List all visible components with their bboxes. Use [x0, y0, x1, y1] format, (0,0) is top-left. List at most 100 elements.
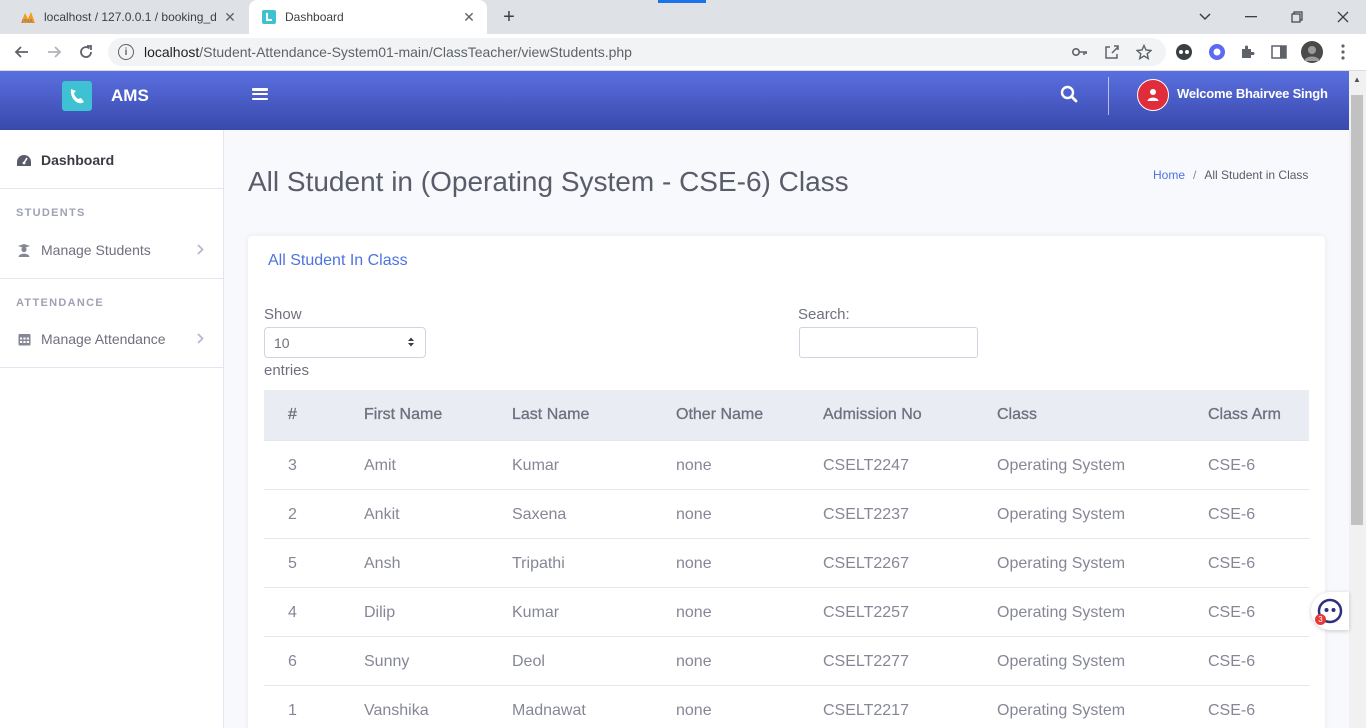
tab-title: localhost / 127.0.0.1 / booking_d: [44, 10, 217, 24]
browser-tab-dashboard[interactable]: Dashboard ✕: [249, 0, 487, 34]
browser-menu-icon[interactable]: [1333, 42, 1353, 62]
cell-admission-no: CSELT2237: [823, 506, 909, 523]
app-topbar: AMS Welcome Bhairvee Singh: [0, 71, 1349, 130]
search-icon[interactable]: [1060, 85, 1080, 105]
entries-length-select[interactable]: 10: [264, 327, 426, 358]
column-header-number[interactable]: #: [288, 406, 297, 424]
scroll-up-icon[interactable]: ▲: [1353, 75, 1361, 84]
bookmark-star-icon[interactable]: [1134, 42, 1154, 62]
cell-first-name: Sunny: [364, 653, 410, 670]
page-title: All Student in (Operating System - CSE-6…: [248, 166, 849, 197]
scrollbar-thumb[interactable]: [1351, 95, 1363, 525]
cell-class-arm: CSE-6: [1208, 653, 1256, 670]
user-graduate-icon: [16, 243, 32, 257]
cell-number: 3: [288, 457, 297, 474]
close-window-button[interactable]: [1320, 0, 1366, 34]
cell-class-arm: CSE-6: [1208, 555, 1256, 572]
restore-button[interactable]: [1274, 0, 1320, 34]
key-icon[interactable]: [1070, 42, 1090, 62]
sidebar-item-dashboard[interactable]: Dashboard: [0, 150, 224, 170]
cell-last-name: Saxena: [512, 506, 567, 523]
browser-tab-phpmyadmin[interactable]: PMA localhost / 127.0.0.1 / booking_d ✕: [8, 0, 248, 34]
card-title: All Student In Class: [268, 252, 408, 269]
url-path: /Student-Attendance-System01-main/ClassT…: [199, 44, 632, 60]
sidebar-heading-students: STUDENTS: [16, 207, 86, 219]
share-icon[interactable]: [1102, 42, 1122, 62]
cell-class-arm: CSE-6: [1208, 702, 1256, 719]
table-row: 1 Vanshika Madnawat none CSELT2217 Opera…: [264, 686, 1309, 728]
cell-class: Operating System: [997, 506, 1126, 523]
ams-favicon-icon: [261, 9, 277, 25]
cell-number: 6: [288, 653, 297, 670]
column-header-last-name[interactable]: Last Name: [512, 406, 590, 424]
cell-first-name: Vanshika: [364, 702, 429, 719]
column-header-first-name[interactable]: First Name: [364, 406, 443, 424]
side-panel-icon[interactable]: [1269, 42, 1289, 62]
forward-button[interactable]: [41, 39, 67, 65]
cell-admission-no: CSELT2277: [823, 653, 909, 670]
tab-indicator: [658, 0, 706, 3]
sidebar-heading-attendance: ATTENDANCE: [16, 297, 104, 309]
breadcrumb-home-link[interactable]: Home: [1153, 168, 1185, 182]
sidebar-item-label: Manage Students: [41, 242, 151, 258]
cell-last-name: Kumar: [512, 457, 560, 474]
page-scrollbar[interactable]: ▲: [1349, 71, 1366, 728]
extension-bot-icon[interactable]: [1174, 42, 1194, 62]
user-avatar-icon[interactable]: [1137, 79, 1169, 111]
cell-other-name: none: [676, 653, 712, 670]
column-header-class-arm[interactable]: Class Arm: [1208, 406, 1281, 424]
extension-blue-icon[interactable]: [1207, 42, 1227, 62]
back-button[interactable]: [9, 39, 35, 65]
close-icon[interactable]: ✕: [220, 7, 240, 27]
cell-admission-no: CSELT2267: [823, 555, 909, 572]
cell-class-arm: CSE-6: [1208, 506, 1256, 523]
cell-other-name: none: [676, 555, 712, 572]
column-header-admission-no[interactable]: Admission No: [823, 406, 922, 424]
cell-class-arm: CSE-6: [1208, 457, 1256, 474]
sidebar-toggle-icon[interactable]: [252, 86, 268, 102]
extensions-puzzle-icon[interactable]: [1237, 42, 1257, 62]
cell-last-name: Madnawat: [512, 702, 586, 719]
students-card: All Student In Class Show 10 entries Sea…: [248, 236, 1325, 728]
sidebar: Dashboard STUDENTS Manage Students ATTEN…: [0, 130, 224, 728]
select-arrows-icon: [407, 336, 415, 348]
table-row: 6 Sunny Deol none CSELT2277 Operating Sy…: [264, 637, 1309, 686]
cell-other-name: none: [676, 506, 712, 523]
cell-first-name: Ankit: [364, 506, 400, 523]
table-row: 3 Amit Kumar none CSELT2247 Operating Sy…: [264, 441, 1309, 490]
cell-first-name: Ansh: [364, 555, 401, 572]
cell-admission-no: CSELT2217: [823, 702, 909, 719]
brand-link[interactable]: AMS: [62, 81, 149, 111]
column-header-other-name[interactable]: Other Name: [676, 406, 763, 424]
reload-button[interactable]: [73, 39, 99, 65]
breadcrumb-separator: /: [1193, 168, 1197, 182]
tab-search-icon[interactable]: [1182, 0, 1228, 34]
browser-tabstrip: PMA localhost / 127.0.0.1 / booking_d ✕ …: [0, 0, 1366, 34]
sidebar-item-manage-students[interactable]: Manage Students: [0, 240, 224, 260]
length-suffix: entries: [264, 362, 310, 379]
sidebar-item-manage-attendance[interactable]: Manage Attendance: [0, 329, 224, 349]
site-info-icon[interactable]: i: [118, 44, 134, 60]
cell-class: Operating System: [997, 653, 1126, 670]
cell-class: Operating System: [997, 555, 1126, 572]
profile-avatar[interactable]: [1301, 41, 1323, 63]
brand-name: AMS: [111, 86, 149, 105]
address-bar[interactable]: i localhost/Student-Attendance-System01-…: [108, 38, 1166, 66]
table-search-input[interactable]: [799, 327, 978, 358]
user-greeting[interactable]: Welcome Bhairvee Singh: [1177, 86, 1328, 101]
sidebar-divider: [0, 367, 224, 368]
minimize-button[interactable]: [1228, 0, 1274, 34]
floating-assistant-button[interactable]: 3: [1311, 592, 1349, 630]
table-row: 5 Ansh Tripathi none CSELT2267 Operating…: [264, 539, 1309, 588]
cell-last-name: Deol: [512, 653, 545, 670]
close-icon[interactable]: ✕: [459, 7, 479, 27]
cell-other-name: none: [676, 702, 712, 719]
entries-length-value: 10: [274, 334, 290, 351]
sidebar-divider: [0, 278, 224, 279]
column-header-class[interactable]: Class: [997, 406, 1037, 424]
cell-last-name: Tripathi: [512, 555, 565, 572]
cell-class: Operating System: [997, 702, 1126, 719]
cell-class: Operating System: [997, 457, 1126, 474]
new-tab-button[interactable]: +: [497, 6, 521, 28]
url-host: localhost: [144, 44, 200, 60]
